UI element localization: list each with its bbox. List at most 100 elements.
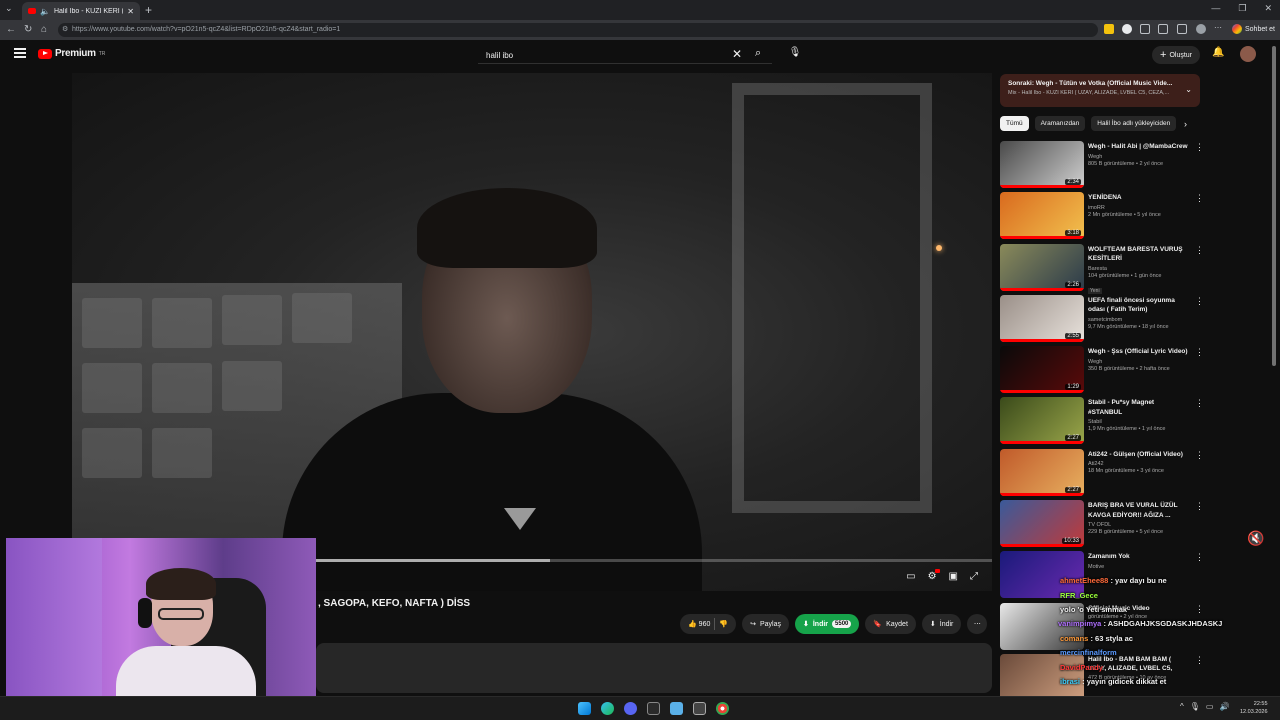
more-options-icon[interactable]: ⋮	[1195, 245, 1204, 256]
recommendation-title[interactable]: Ati242 - Gülşen (Official Video)	[1088, 450, 1188, 460]
menu-icon[interactable]	[14, 48, 26, 60]
channel-name[interactable]: Ati242	[1088, 461, 1188, 467]
channel-name[interactable]: TV OFDL	[1088, 522, 1188, 528]
more-options-icon[interactable]: ⋮	[1195, 142, 1204, 153]
app-icon[interactable]	[670, 702, 683, 715]
recommendation-item[interactable]: 3:18 YENİDENA imoRR 2 Mn görüntüleme • 5 yı…	[1000, 191, 1205, 242]
channel-name[interactable]: Baresta	[1088, 266, 1188, 272]
edge-icon[interactable]	[601, 702, 614, 715]
chevron-down-icon[interactable]: ⌄	[1185, 85, 1192, 94]
recommendation-item[interactable]: 2:27 Stabil - Pu*sy Magnet #STANBUL Stabil…	[1000, 396, 1205, 447]
system-clock[interactable]: 22:55 12.03.2026	[1240, 700, 1268, 716]
recommendation-item[interactable]: 1:29 Wegh - Şss (Official Lyric Video) Weg…	[1000, 345, 1205, 396]
recommendation-title[interactable]: UEFA finali öncesi soyunma odası ( Fatih…	[1088, 296, 1188, 315]
more-options-icon[interactable]: ⋮	[1195, 450, 1204, 461]
recommendation-item[interactable]: 10:33 BARIŞ BRA VE VURAL ÜZÜL KAVGA EDİYO…	[1000, 499, 1205, 550]
tray-chevron-icon[interactable]: ^	[1180, 702, 1184, 711]
video-thumbnail[interactable]: 1:29	[1000, 346, 1084, 394]
search-icon[interactable]: ⌕	[755, 47, 761, 60]
app-icon[interactable]	[647, 702, 660, 715]
chat-username[interactable]: vanimpimya	[1058, 619, 1101, 628]
recommendation-item[interactable]: 2:27 Ati242 - Gülşen (Official Video) Ati2…	[1000, 448, 1205, 499]
more-options-icon[interactable]: ⋮	[1195, 296, 1204, 307]
settings-icon[interactable]: ⚙	[928, 569, 940, 582]
browser-menu-icon[interactable]: ⋯	[1214, 24, 1224, 34]
voice-search-icon[interactable]: 🎙	[788, 47, 802, 61]
recommendation-item[interactable]: 2:55 UEFA finali öncesi soyunma odası ( F…	[1000, 294, 1205, 345]
site-info-icon[interactable]: ⚙	[62, 23, 68, 37]
extension-icon[interactable]	[1140, 24, 1150, 34]
theater-mode-icon[interactable]: ▣	[949, 571, 958, 582]
channel-name[interactable]: sametcimbom	[1088, 317, 1188, 323]
minimize-icon[interactable]: —	[1211, 3, 1220, 14]
channel-name[interactable]: Stabil	[1088, 419, 1188, 425]
chat-username[interactable]: ahmetEhee88	[1060, 576, 1108, 585]
search-input[interactable]	[486, 48, 726, 62]
recommendation-title[interactable]: Halil İbo - BAM BAM BAM ( UZAY, ALIZADE,…	[1088, 655, 1188, 674]
channel-name[interactable]: Wegh	[1088, 154, 1188, 160]
video-thumbnail[interactable]: 2:34	[1000, 141, 1084, 188]
recommendation-title[interactable]: WOLFTEAM BARESTA VURUŞ KESİTLERİ	[1088, 245, 1188, 264]
more-options-icon[interactable]: ⋮	[1195, 552, 1204, 563]
fullscreen-icon[interactable]: ⤢	[970, 571, 978, 582]
reload-icon[interactable]: ↻	[24, 24, 32, 35]
page-scrollbar[interactable]	[1272, 42, 1277, 692]
close-window-icon[interactable]: ✕	[1264, 3, 1272, 14]
chip[interactable]: Tümü	[1000, 116, 1029, 131]
recommendation-title[interactable]: YENİDENA	[1088, 193, 1188, 203]
more-options-icon[interactable]: ⋮	[1195, 347, 1204, 358]
more-actions-icon[interactable]: ⋯	[967, 614, 988, 634]
volume-icon[interactable]: 🔊	[1219, 702, 1229, 711]
recommendation-title[interactable]: Wegh - Halit Abi | @MambaCrew	[1088, 142, 1188, 152]
back-icon[interactable]: ←	[6, 24, 16, 35]
download-button[interactable]: ⬇ İndir	[921, 614, 962, 634]
mic-tray-icon[interactable]: 🎙	[1190, 702, 1200, 711]
create-button[interactable]: + Oluştur	[1152, 46, 1200, 64]
clear-search-icon[interactable]: ✕	[732, 47, 742, 61]
dislike-icon[interactable]: 👎	[719, 620, 728, 628]
video-thumbnail[interactable]: 3:18	[1000, 192, 1084, 240]
subtitles-icon[interactable]: ▭	[906, 571, 915, 582]
bookmarks-icon[interactable]	[1177, 24, 1187, 34]
share-button[interactable]: ↪ Paylaş	[742, 614, 789, 634]
extension-icon[interactable]	[1104, 24, 1114, 34]
notifications-icon[interactable]: 🔔	[1212, 47, 1224, 58]
home-icon[interactable]: ⌂	[41, 24, 47, 35]
maximize-icon[interactable]: ❐	[1238, 3, 1246, 14]
chevron-right-icon[interactable]: ›	[1184, 119, 1187, 129]
more-options-icon[interactable]: ⋮	[1195, 193, 1204, 204]
chip[interactable]: Halil İbo adlı yükleyiciden	[1091, 116, 1177, 131]
audio-playing-icon[interactable]: 🔈	[40, 7, 50, 16]
more-options-icon[interactable]: ⋮	[1195, 655, 1204, 666]
video-thumbnail[interactable]: 2:26	[1000, 243, 1084, 291]
chat-username[interactable]: RFR_Gece	[1060, 591, 1098, 600]
video-thumbnail[interactable]: 2:27	[1000, 448, 1084, 496]
more-options-icon[interactable]: ⋮	[1195, 604, 1204, 615]
video-player[interactable]: ▭ ⚙ ▣ ⤢	[72, 73, 992, 591]
channel-name[interactable]: Motive	[1088, 564, 1188, 570]
browser-tab[interactable]: 🔈 Halil İbo - KUZİ KERİ ( UZAY, ✕	[22, 2, 140, 20]
more-options-icon[interactable]: ⋮	[1195, 398, 1204, 409]
chip[interactable]: Aramanızdan	[1034, 116, 1086, 131]
network-icon[interactable]: ▭	[1206, 702, 1214, 711]
extensions-puzzle-icon[interactable]	[1158, 24, 1168, 34]
chat-username[interactable]: ibrasi	[1060, 677, 1080, 686]
video-thumbnail[interactable]: 2:27	[1000, 397, 1084, 445]
start-menu-icon[interactable]	[578, 702, 591, 715]
save-button[interactable]: 🔖 Kaydet	[865, 614, 916, 634]
chat-username[interactable]: comans	[1060, 634, 1088, 643]
new-tab-icon[interactable]: +	[145, 3, 152, 17]
progress-bar[interactable]	[312, 559, 992, 562]
chat-button[interactable]: Sohbet et	[1232, 24, 1275, 34]
tab-search-icon[interactable]: ⌄	[5, 3, 13, 14]
account-avatar[interactable]	[1240, 46, 1256, 62]
download-offer-button[interactable]: ⬇ İndir 5500	[794, 614, 860, 634]
more-options-icon[interactable]: ⋮	[1195, 501, 1204, 512]
like-button[interactable]: 👍 960	[688, 620, 710, 628]
scrollbar-thumb[interactable]	[1272, 46, 1276, 366]
url-field[interactable]: ⚙ https://www.youtube.com/watch?v=pO21n5…	[58, 23, 1098, 37]
recommendation-title[interactable]: BARIŞ BRA VE VURAL ÜZÜL KAVGA EDİYOR!! A…	[1088, 501, 1188, 520]
up-next-panel[interactable]: Sonraki: Wegh - Tütün ve Votka (Official…	[1000, 74, 1200, 107]
video-thumbnail[interactable]: 2:55	[1000, 294, 1084, 342]
recommendation-item[interactable]: 2:34 Wegh - Halit Abi | @MambaCrew Wegh 805…	[1000, 140, 1205, 191]
